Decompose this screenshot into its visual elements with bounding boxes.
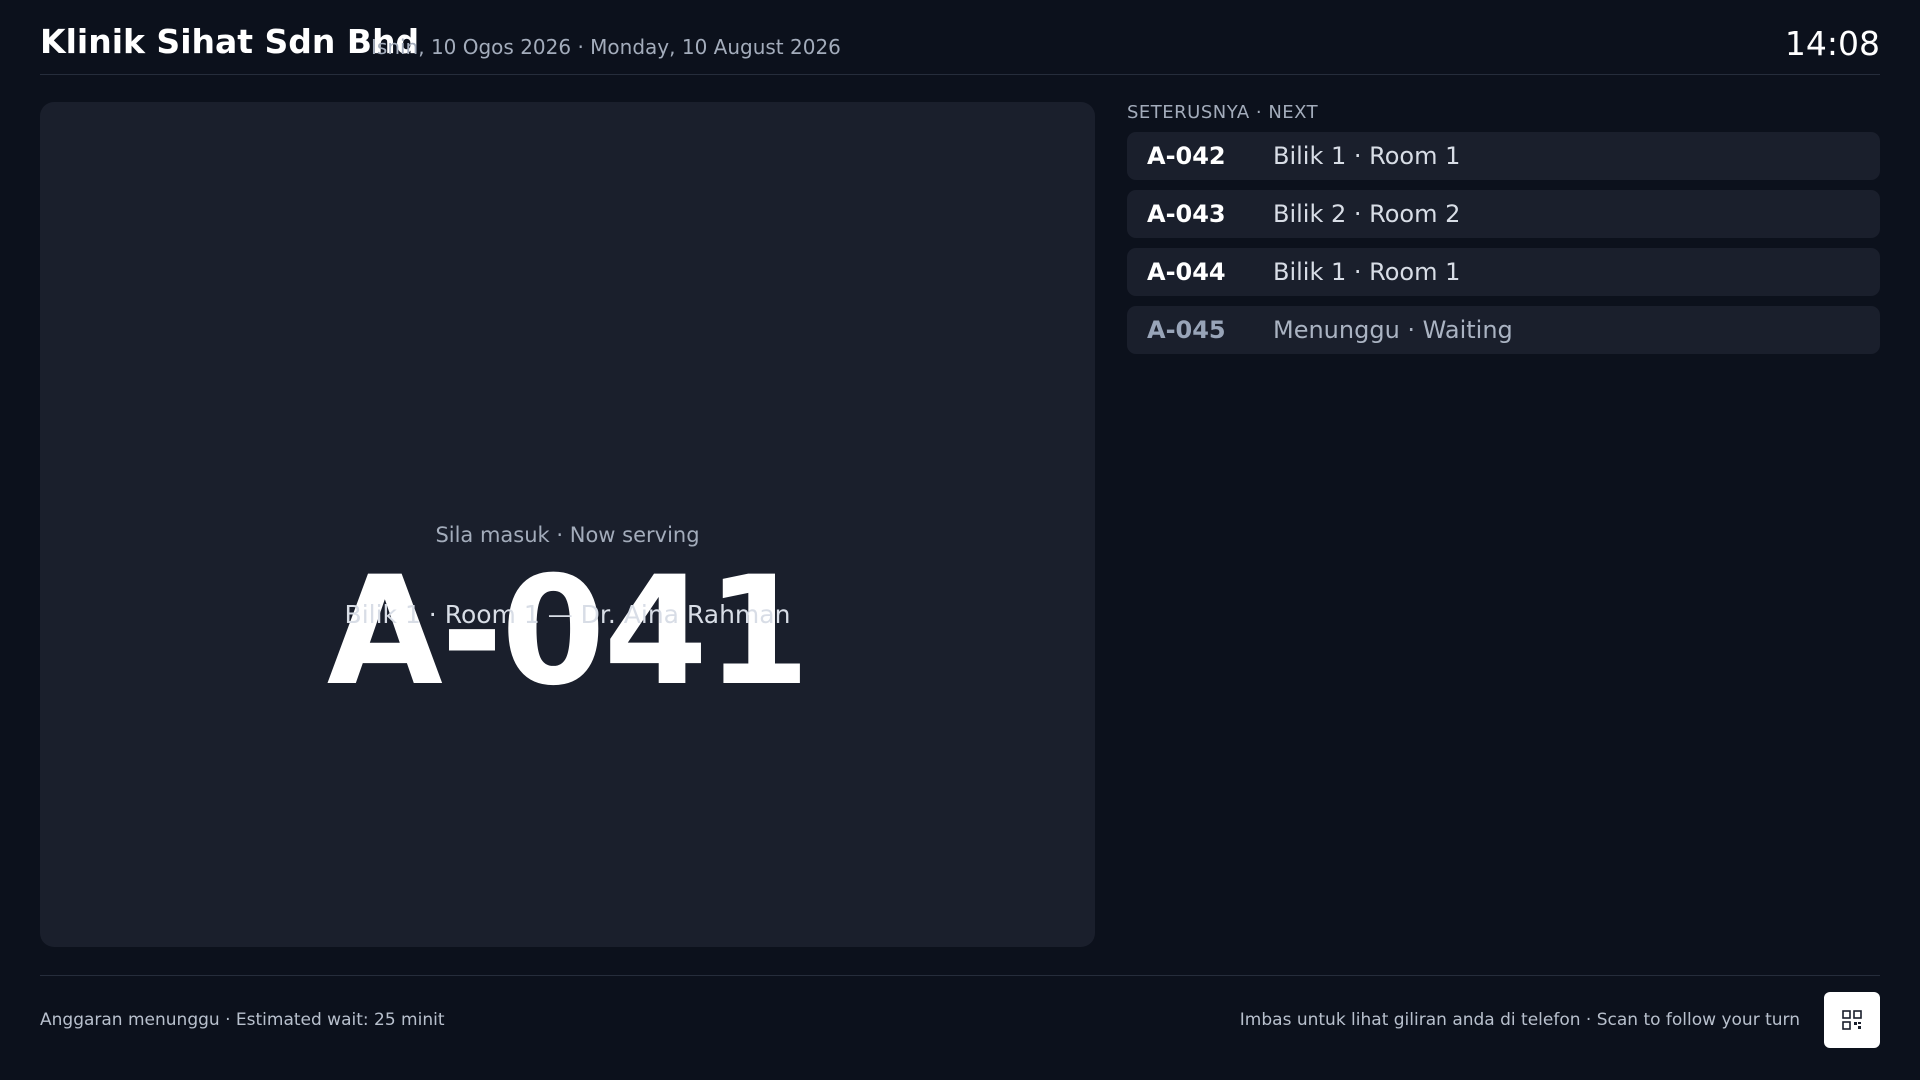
qr-code-icon — [1842, 1010, 1862, 1030]
qr-code-button[interactable] — [1824, 992, 1880, 1048]
footer: Anggaran menunggu · Estimated wait: 25 m… — [40, 975, 1880, 1051]
queue-display: Klinik Sihat Sdn Bhd Isnin, 10 Ogos 2026… — [0, 0, 1920, 1080]
queue-status: Menunggu · Waiting — [1273, 316, 1513, 344]
queue-row: A-042 Bilik 1 · Room 1 — [1127, 132, 1880, 180]
clinic-name: Klinik Sihat Sdn Bhd — [40, 22, 420, 61]
queue-room: Bilik 1 · Room 1 — [1273, 142, 1461, 170]
queue-ticket: A-042 — [1147, 142, 1226, 170]
queue-ticket: A-045 — [1147, 316, 1226, 344]
scan-prompt: Imbas untuk lihat giliran anda di telefo… — [1239, 1010, 1800, 1030]
now-serving-ticket: A-041 — [326, 545, 810, 719]
next-queue-title: SETERUSNYA · NEXT — [1127, 102, 1319, 123]
now-serving-room: Bilik 1 · Room 1 — Dr. Aina Rahman — [344, 600, 791, 629]
estimated-wait: Anggaran menunggu · Estimated wait: 25 m… — [40, 1010, 445, 1030]
queue-ticket: A-044 — [1147, 258, 1226, 286]
queue-room: Bilik 1 · Room 1 — [1273, 258, 1461, 286]
date-display: Isnin, 10 Ogos 2026 · Monday, 10 August … — [371, 35, 841, 59]
queue-room: Bilik 2 · Room 2 — [1273, 200, 1461, 228]
queue-row: A-044 Bilik 1 · Room 1 — [1127, 248, 1880, 296]
header: Klinik Sihat Sdn Bhd Isnin, 10 Ogos 2026… — [40, 0, 1880, 75]
clock: 14:08 — [1784, 24, 1880, 63]
now-serving-panel: Sila masuk · Now serving A-041 Bilik 1 ·… — [40, 102, 1095, 947]
next-queue: SETERUSNYA · NEXT A-042 Bilik 1 · Room 1… — [1127, 102, 1880, 364]
queue-row-waiting: A-045 Menunggu · Waiting — [1127, 306, 1880, 354]
queue-ticket: A-043 — [1147, 200, 1226, 228]
queue-row: A-043 Bilik 2 · Room 2 — [1127, 190, 1880, 238]
